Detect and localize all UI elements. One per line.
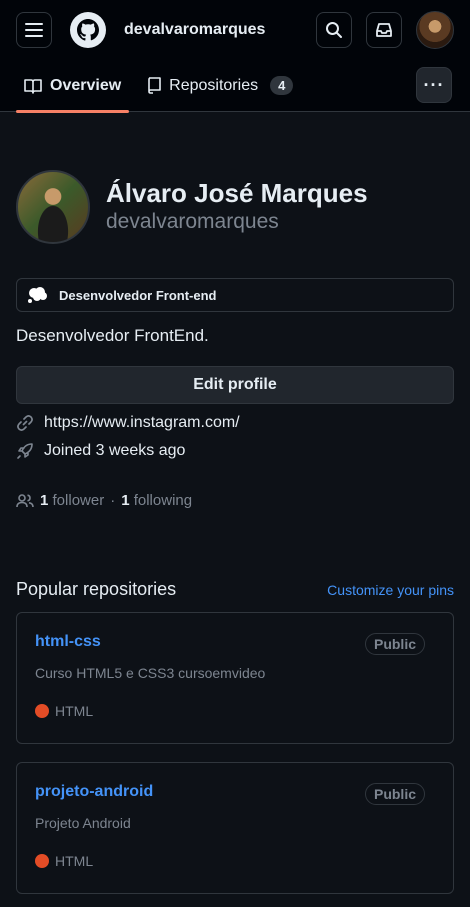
language-color-dot bbox=[35, 854, 49, 868]
repositories-count-badge: 4 bbox=[270, 76, 294, 95]
following-label: following bbox=[133, 492, 193, 509]
followers-label: follower bbox=[52, 492, 105, 509]
profile-link[interactable]: https://www.instagram.com/ bbox=[44, 414, 240, 432]
profile-content: Álvaro José Marques devalvaromarques Des… bbox=[0, 170, 470, 894]
repo-language: HTML bbox=[35, 853, 435, 869]
follow-separator: · bbox=[110, 492, 116, 509]
tab-repositories[interactable]: Repositories 4 bbox=[139, 60, 301, 112]
visibility-badge: Public bbox=[364, 783, 425, 805]
link-icon bbox=[17, 415, 33, 431]
repo-card: html-css Public Curso HTML5 e CSS3 curso… bbox=[16, 612, 454, 744]
search-icon bbox=[326, 22, 342, 38]
popular-repos-title: Popular repositories bbox=[16, 579, 177, 599]
profile-tabs: Overview Repositories 4 ··· bbox=[0, 60, 470, 113]
profile-avatar[interactable] bbox=[16, 170, 90, 244]
language-name: HTML bbox=[55, 703, 94, 719]
joined-row: Joined 3 weeks ago bbox=[16, 442, 454, 460]
book-icon bbox=[24, 78, 42, 94]
hamburger-icon bbox=[25, 23, 43, 37]
repo-description: Curso HTML5 e CSS3 cursoemvideo bbox=[35, 665, 266, 681]
language-name: HTML bbox=[55, 853, 94, 869]
followers-count: 1 bbox=[40, 492, 49, 509]
customize-pins-link[interactable]: Customize your pins bbox=[327, 582, 454, 598]
repo-icon bbox=[148, 77, 161, 94]
search-button[interactable] bbox=[316, 12, 352, 48]
tab-overview-label: Overview bbox=[50, 76, 122, 94]
edit-profile-button[interactable]: Edit profile bbox=[16, 366, 454, 404]
menu-button[interactable] bbox=[16, 12, 52, 48]
profile-login: devalvaromarques bbox=[106, 210, 279, 233]
inbox-button[interactable] bbox=[366, 12, 402, 48]
visibility-badge: Public bbox=[364, 633, 425, 655]
following-count: 1 bbox=[121, 492, 130, 509]
rocket-icon bbox=[17, 443, 33, 459]
repo-language: HTML bbox=[35, 703, 435, 719]
profile-full-name: Álvaro José Marques bbox=[106, 178, 368, 208]
follow-stats: 1 follower · 1 following bbox=[16, 492, 454, 509]
repo-card: projeto-android Public Projeto Android H… bbox=[16, 762, 454, 894]
status-text: Desenvolvedor Front-end bbox=[59, 287, 217, 303]
user-avatar[interactable] bbox=[416, 11, 454, 49]
repo-description: Projeto Android bbox=[35, 815, 131, 831]
more-options-button[interactable]: ··· bbox=[416, 67, 452, 103]
profile-link-row[interactable]: https://www.instagram.com/ bbox=[16, 414, 454, 432]
language-color-dot bbox=[35, 704, 49, 718]
status-badge[interactable]: Desenvolvedor Front-end bbox=[16, 278, 454, 312]
tab-repositories-label: Repositories bbox=[169, 76, 259, 94]
top-bar: devalvaromarques bbox=[0, 0, 470, 60]
header-username[interactable]: devalvaromarques bbox=[124, 21, 316, 39]
joined-text: Joined 3 weeks ago bbox=[44, 442, 186, 459]
profile-header: Álvaro José Marques devalvaromarques bbox=[16, 170, 454, 244]
followers-link[interactable]: 1 follower bbox=[40, 492, 104, 509]
popular-repos-header: Popular repositories Customize your pins bbox=[16, 579, 454, 600]
profile-bio: Desenvolvedor FrontEnd. bbox=[16, 326, 209, 345]
following-link[interactable]: 1 following bbox=[121, 492, 192, 509]
github-logo-icon[interactable] bbox=[70, 12, 106, 48]
people-icon bbox=[16, 493, 34, 507]
thought-bubble-icon bbox=[28, 287, 47, 303]
tab-overview[interactable]: Overview bbox=[16, 60, 130, 113]
kebab-icon: ··· bbox=[423, 74, 445, 95]
inbox-icon bbox=[376, 23, 392, 37]
